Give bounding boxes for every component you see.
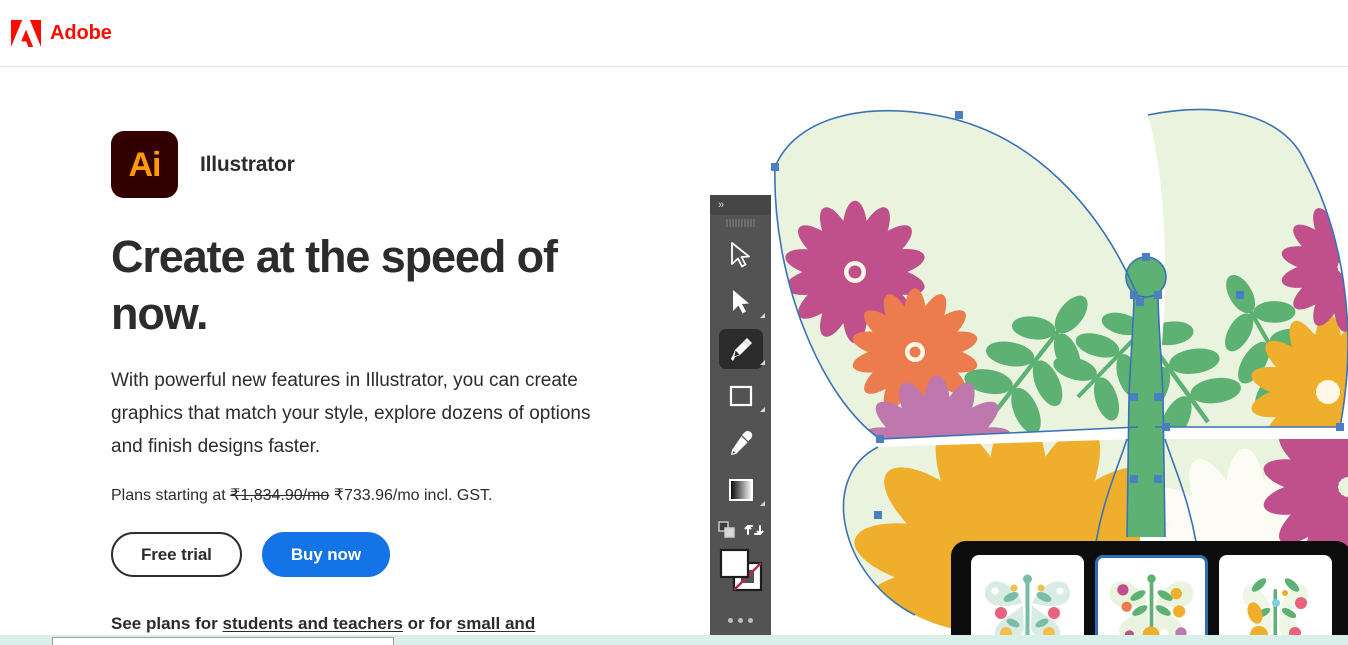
free-trial-button[interactable]: Free trial	[111, 532, 242, 577]
eyedropper-tool-button[interactable]	[710, 419, 771, 466]
butterfly-thumbnail-green[interactable]	[1095, 555, 1208, 645]
gradient-tool-button[interactable]	[710, 466, 771, 513]
product-name: Illustrator	[200, 152, 295, 176]
illustrator-app-icon: Ai	[111, 131, 178, 198]
cta-button-row: Free trial Buy now	[111, 532, 700, 577]
gradient-swatch-icon	[728, 478, 753, 501]
see-plans-prefix: See plans for	[111, 614, 223, 633]
butterfly-thumbnail-art-mixed	[1242, 578, 1309, 644]
illustrator-tool-panel: »	[710, 195, 771, 645]
cookie-consent-banner-sliver[interactable]	[52, 637, 394, 645]
tool-group-corner-indicator	[760, 360, 765, 365]
global-header: Adobe	[0, 0, 1348, 67]
product-identity-row: Ai Illustrator	[111, 131, 700, 198]
rectangle-icon	[729, 385, 752, 406]
tool-group-corner-indicator	[760, 313, 765, 318]
rectangle-tool-button[interactable]	[710, 372, 771, 419]
butterfly-thumbnail-art-green	[1109, 574, 1194, 644]
butterfly-thumbnail-art-teal	[985, 574, 1070, 643]
page-title: Create at the speed of now.	[111, 231, 558, 339]
students-and-teachers-link[interactable]: students and teachers	[222, 614, 402, 633]
buy-now-button[interactable]: Buy now	[261, 532, 390, 577]
toolbar-collapse-button[interactable]: »	[710, 195, 771, 215]
eyedropper-icon	[730, 430, 752, 455]
toolbar-drag-handle[interactable]	[710, 215, 771, 231]
tablet-device	[951, 541, 1348, 645]
default-fill-stroke-icon	[718, 521, 735, 538]
hero-content-column: Ai Illustrator Create at the speed of no…	[0, 67, 700, 645]
fill-and-stroke-icon	[719, 548, 762, 592]
swap-fill-stroke-icon	[744, 525, 764, 535]
fill-swatch	[719, 548, 749, 579]
butterfly-thumbnail-mixed[interactable]	[1219, 555, 1332, 645]
color-mode-row[interactable]	[710, 513, 771, 547]
adobe-wordmark: Adobe	[50, 22, 112, 44]
tool-group-corner-indicator	[760, 501, 765, 506]
butterfly-thumbnail-teal[interactable]	[971, 555, 1084, 645]
tool-group-corner-indicator	[760, 407, 765, 412]
adobe-home-link[interactable]: Adobe	[11, 19, 112, 47]
pricing-line: Plans starting at ₹1,834.90/mo ₹733.96/m…	[111, 484, 700, 508]
illustrator-app-icon-label: Ai	[128, 145, 162, 184]
pen-tool-button[interactable]	[710, 325, 771, 372]
hero-description: With powerful new features in Illustrato…	[111, 370, 591, 457]
price-discounted: ₹733.96/mo incl. GST.	[333, 487, 493, 504]
illustrator-artwork-canvas: »	[700, 67, 1348, 645]
see-plans-middle: or for	[402, 614, 457, 633]
more-tools-button[interactable]	[710, 603, 771, 637]
small-and-business-link[interactable]: small and	[457, 614, 535, 633]
chevron-double-right-icon: »	[718, 198, 724, 211]
see-plans-line: See plans for students and teachers or f…	[111, 610, 611, 637]
price-original: ₹1,834.90/mo	[230, 487, 330, 504]
selection-arrow-icon	[730, 241, 750, 267]
adobe-logo-icon	[11, 19, 41, 47]
selection-tool-button[interactable]	[710, 231, 771, 278]
direct-selection-arrow-icon	[732, 289, 749, 313]
pricing-prefix: Plans starting at	[111, 487, 231, 504]
fill-stroke-swatches[interactable]	[710, 547, 771, 603]
pen-tool-icon	[730, 337, 752, 361]
direct-selection-tool-button[interactable]	[710, 278, 771, 325]
adobe-illustrator-landing-page: Adobe Ai Illustrator Create at the speed…	[0, 0, 1348, 645]
